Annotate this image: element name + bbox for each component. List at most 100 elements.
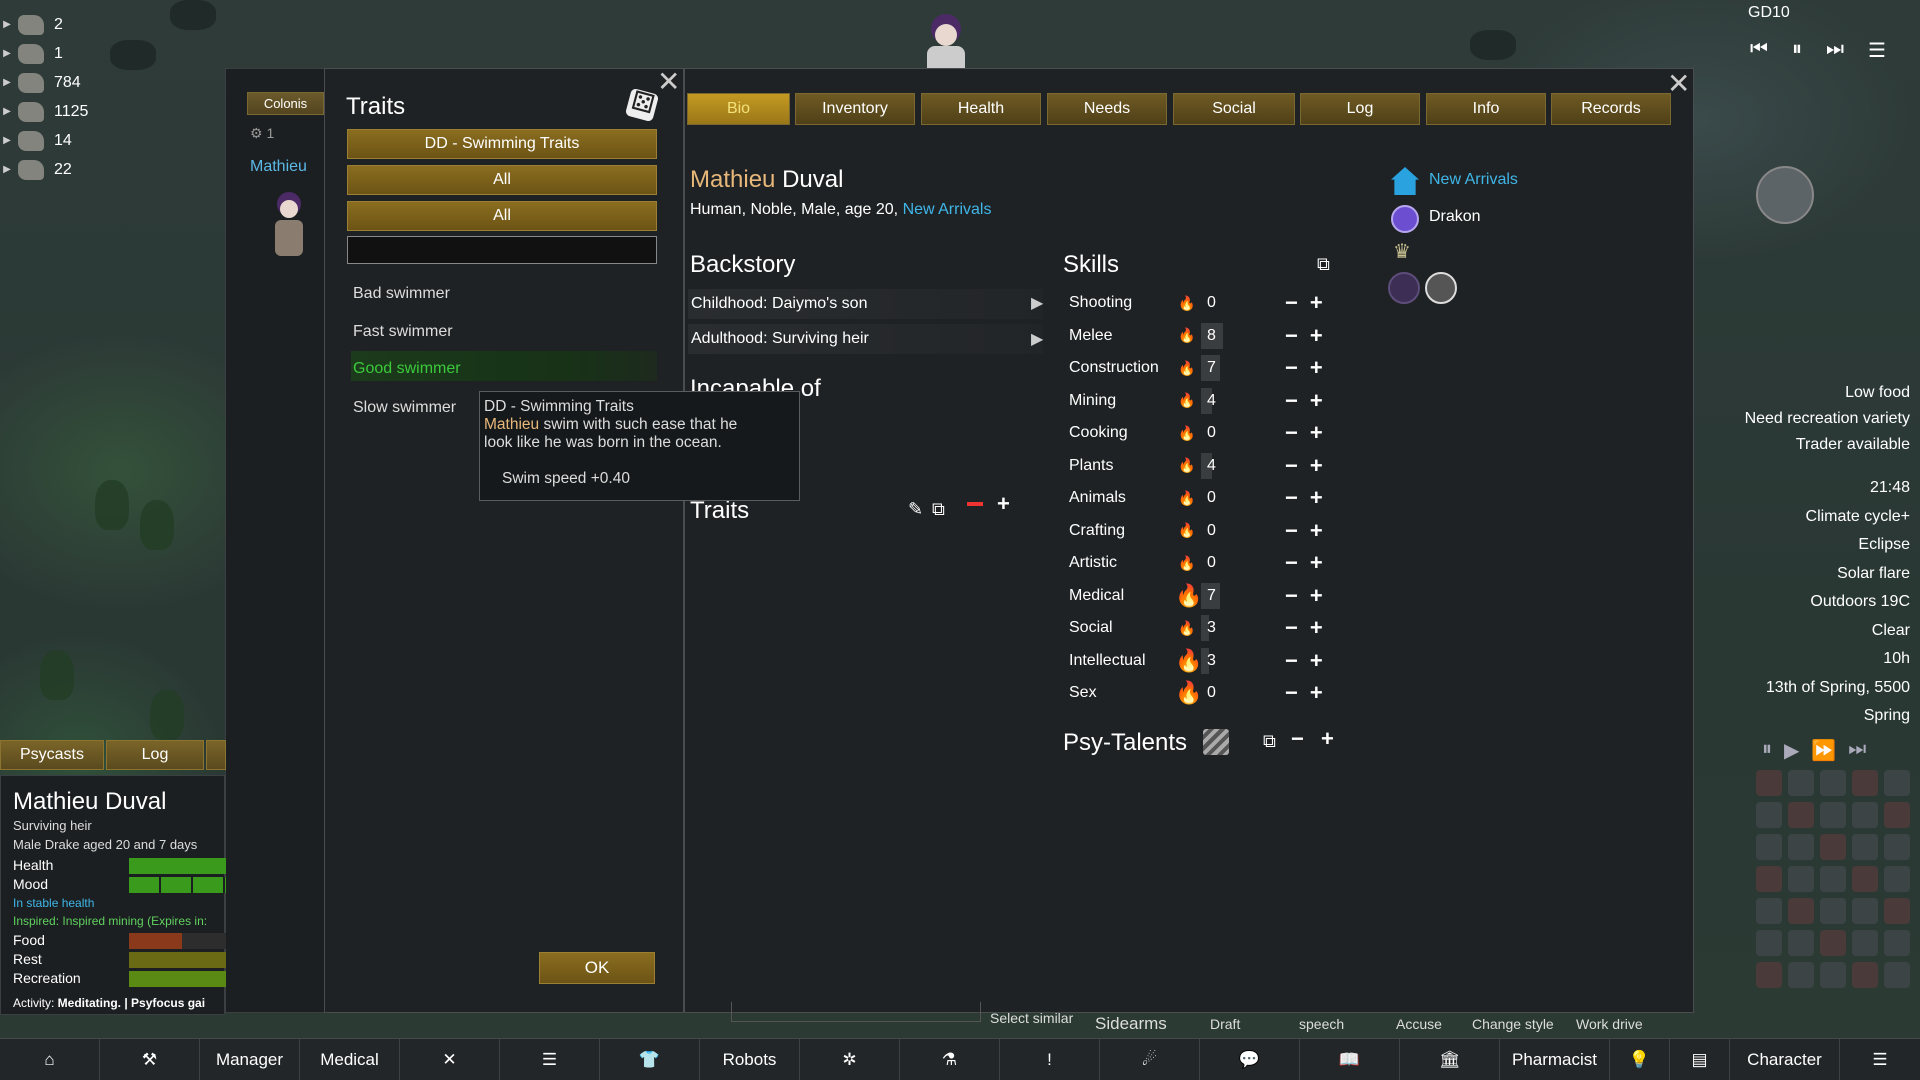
gizmo-button-icon[interactable] [1852,962,1878,988]
world-tab-icon[interactable]: ☄ [1100,1039,1200,1080]
order-work-drive[interactable]: Work drive [1576,1016,1643,1032]
gizmo-button-icon[interactable] [1820,930,1846,956]
gizmo-button-icon[interactable] [1788,962,1814,988]
colonist-portrait[interactable] [272,192,306,264]
skill-row[interactable]: Cooking 🔥 0 − + [1069,417,1329,450]
trait-item-good-swimmer[interactable]: Good swimmer [353,360,461,378]
history-tab-icon[interactable]: 📖 [1300,1039,1400,1080]
tab-info[interactable]: Info [1426,93,1546,125]
resource-row[interactable]: ▶ 1125 [0,97,120,126]
rock-icon[interactable] [170,0,216,30]
expand-arrow-icon[interactable]: ▶ [0,19,14,30]
tab-manager[interactable]: Manager [200,1039,300,1080]
skill-row[interactable]: Social 🔥 3 − + [1069,612,1329,645]
plus-icon[interactable]: + [1310,323,1323,349]
minus-icon[interactable]: − [1285,518,1298,544]
schedule-tab-icon[interactable]: ☰ [500,1039,600,1080]
factions-tab-icon[interactable]: 💬 [1200,1039,1300,1080]
minus-icon[interactable]: − [1285,323,1298,349]
resource-row[interactable]: ▶ 1 [0,39,120,68]
gizmo-button-icon[interactable] [1884,866,1910,892]
backstory-adulthood[interactable]: Adulthood: Surviving heir [688,324,1043,354]
gizmo-button-icon[interactable] [1884,770,1910,796]
resource-row[interactable]: ▶ 22 [0,155,120,184]
menu-tab-icon[interactable]: ▤ [1670,1039,1730,1080]
condition-climate-cycle[interactable]: Climate cycle+ [1766,503,1910,532]
gizmo-button-icon[interactable] [1884,930,1910,956]
filter-all-button[interactable]: All [347,165,657,195]
gizmo-button-icon[interactable] [1756,962,1782,988]
pause-icon[interactable]: ⏸ [1792,38,1802,63]
gizmo-button-icon[interactable] [1820,898,1846,924]
expand-arrow-icon[interactable]: ▶ [0,77,14,88]
tree-icon[interactable] [40,650,74,700]
minus-icon[interactable]: − [1285,550,1298,576]
gizmo-button-icon[interactable] [1788,834,1814,860]
tree-icon[interactable] [95,480,129,530]
colonist-bar-portrait[interactable] [917,8,975,70]
minus-icon[interactable]: − [1285,680,1298,706]
resource-row[interactable]: ▶ 784 [0,68,120,97]
gizmo-button-icon[interactable] [1788,930,1814,956]
plus-icon[interactable]: + [1310,583,1323,609]
gizmo-button-icon[interactable] [1820,962,1846,988]
alert-recreation-variety[interactable]: Need recreation variety [1745,406,1910,432]
ideology-tab-icon[interactable]: 🏛 [1400,1039,1500,1080]
plus-icon[interactable]: + [1310,485,1323,511]
animals-tab-icon[interactable]: ✲ [800,1039,900,1080]
randomize-dice-icon[interactable] [624,87,660,123]
order-change-style[interactable]: Change style [1472,1016,1554,1032]
faction-name-link[interactable]: New Arrivals [1429,171,1518,189]
close-traits-icon[interactable]: ✕ [657,68,680,96]
ok-button[interactable]: OK [539,952,655,984]
tab-health[interactable]: Health [921,93,1041,125]
precept-icon[interactable] [1388,272,1420,304]
tab-inventory[interactable]: Inventory [795,93,915,125]
tree-icon[interactable] [150,690,184,740]
skill-row[interactable]: Intellectual 🔥 3 − + [1069,645,1329,678]
order-select-similar[interactable]: Select similar [990,1010,1073,1026]
plus-icon[interactable]: + [1321,726,1334,752]
gizmo-button-icon[interactable] [1884,802,1910,828]
minus-icon[interactable]: − [1291,726,1304,752]
ideology-name[interactable]: Drakon [1429,208,1481,226]
order-draft[interactable]: Draft [1210,1016,1240,1032]
queue-icon[interactable]: ☰ [1868,38,1886,63]
tab-more[interactable] [206,740,226,770]
last-name[interactable]: Duval [782,166,843,193]
close-bio-icon[interactable]: ✕ [1667,70,1690,98]
gizmo-button-icon[interactable] [1852,770,1878,796]
copy-icon[interactable]: ⧉ [1263,731,1276,752]
alert-low-food[interactable]: Low food [1745,380,1910,406]
tab-character[interactable]: Character [1730,1039,1840,1080]
plus-icon[interactable]: + [1310,388,1323,414]
pause-icon[interactable]: ⏸ [1762,738,1772,763]
expand-arrow-icon[interactable]: ▶ [0,106,14,117]
tree-icon[interactable] [140,500,174,550]
expand-arrow-icon[interactable]: ▶ [0,48,14,59]
minus-icon[interactable]: − [1285,583,1298,609]
gizmo-button-icon[interactable] [1852,866,1878,892]
alert-trader-available[interactable]: Trader available [1745,432,1910,458]
tab-log[interactable]: Log [1300,93,1420,125]
condition-solar-flare[interactable]: Solar flare [1766,560,1910,589]
skill-row[interactable]: Medical 🔥 7 − + [1069,580,1329,613]
filter-all-button[interactable]: All [347,201,657,231]
order-speech[interactable]: speech [1299,1016,1344,1032]
colonist-full-name[interactable]: Mathieu Duval [690,166,843,194]
trait-item-fast-swimmer[interactable]: Fast swimmer [353,323,453,341]
gizmo-button-icon[interactable] [1788,898,1814,924]
home-tab-icon[interactable]: ⌂ [0,1039,100,1080]
plus-icon[interactable]: + [1310,518,1323,544]
role-crown-icon[interactable]: ♛ [1393,239,1411,264]
gizmo-button-icon[interactable] [1820,770,1846,796]
minus-icon[interactable]: − [1285,355,1298,381]
remove-trait-icon[interactable] [967,502,983,506]
gizmo-button-icon[interactable] [1756,834,1782,860]
tab-psycasts[interactable]: Psycasts [0,740,104,770]
category-filter-button[interactable]: DD - Swimming Traits [347,129,657,159]
plus-icon[interactable]: + [1310,680,1323,706]
expand-arrow-icon[interactable]: ▶ [1031,293,1043,313]
skill-row[interactable]: Crafting 🔥 0 − + [1069,515,1329,548]
tab-needs[interactable]: Needs [1047,93,1167,125]
